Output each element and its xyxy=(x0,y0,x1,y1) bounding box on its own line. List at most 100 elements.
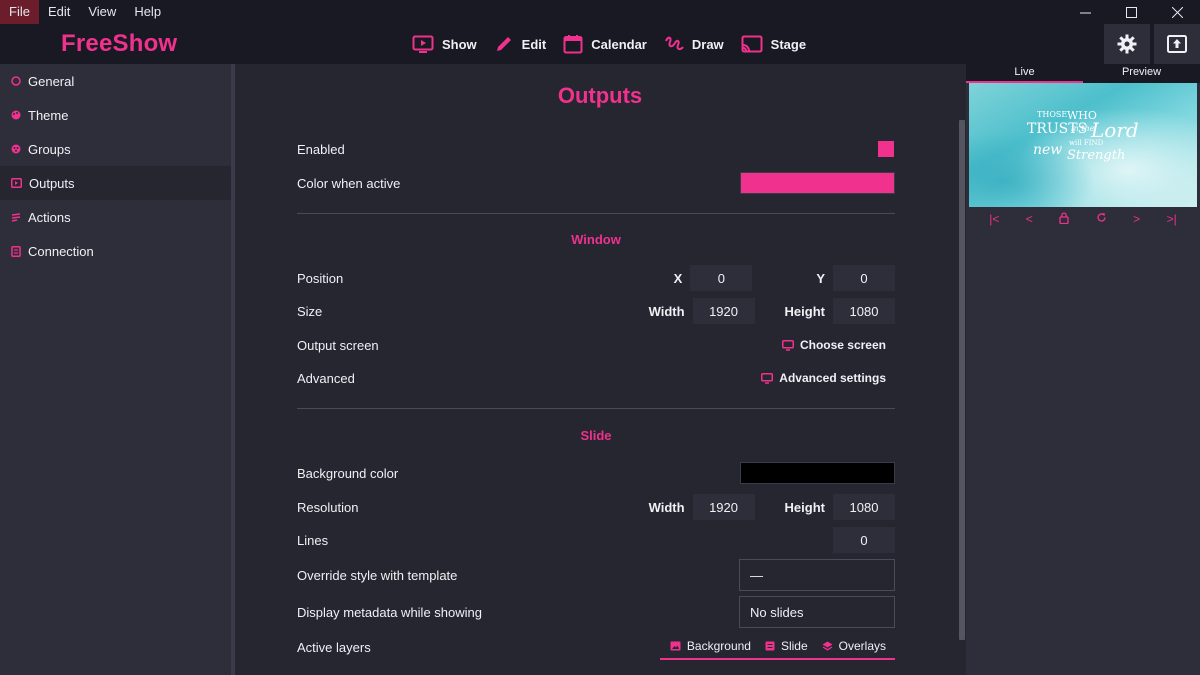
sidebar-item-groups[interactable]: Groups xyxy=(0,132,231,166)
slide-icon xyxy=(765,641,775,651)
y-input[interactable]: 0 xyxy=(833,265,895,291)
position-row: Position X 0 Y 0 xyxy=(297,263,895,293)
color-active-row: Color when active xyxy=(297,168,895,198)
main-scrollbar-thumb[interactable] xyxy=(959,120,965,640)
next-slide-icon[interactable]: > xyxy=(1133,212,1140,226)
metadata-select[interactable]: No slides xyxy=(739,596,895,628)
previous-slide-icon[interactable]: < xyxy=(1026,212,1033,226)
sidebar-item-connection[interactable]: Connection xyxy=(0,234,231,268)
groups-icon xyxy=(11,144,21,154)
settings-button[interactable] xyxy=(1104,24,1150,64)
sidebar-item-outputs[interactable]: Outputs xyxy=(0,166,231,200)
x-input[interactable]: 0 xyxy=(690,265,753,291)
sidebar-item-label: Connection xyxy=(28,243,94,259)
enabled-row: Enabled xyxy=(297,134,895,164)
nav-show[interactable]: Show xyxy=(412,24,477,64)
resolution-label: Resolution xyxy=(297,499,359,515)
sidebar-item-actions[interactable]: Actions xyxy=(0,200,231,234)
sidebar-item-label: Actions xyxy=(28,209,71,225)
nav-draw[interactable]: Draw xyxy=(664,24,724,64)
choose-screen-label: Choose screen xyxy=(799,338,886,352)
width-input[interactable]: 1920 xyxy=(692,298,755,324)
color-active-swatch[interactable] xyxy=(740,172,895,194)
close-icon xyxy=(1171,6,1183,18)
lines-input[interactable]: 0 xyxy=(833,527,895,553)
slide-text-4b: Strength xyxy=(1067,148,1125,163)
divider xyxy=(297,408,895,409)
menu-file[interactable]: File xyxy=(0,0,39,24)
menu-edit[interactable]: Edit xyxy=(39,0,79,24)
gear-icon xyxy=(1117,34,1137,54)
output-screen-label: Output screen xyxy=(297,337,379,353)
preview-tabs: Live Preview xyxy=(966,64,1200,83)
nav-calendar-label: Calendar xyxy=(591,36,647,52)
slide-section-title: Slide xyxy=(580,428,612,443)
enabled-checkbox[interactable] xyxy=(878,141,894,157)
lines-label: Lines xyxy=(297,532,329,548)
tab-preview[interactable]: Preview xyxy=(1083,64,1200,83)
nav-stage[interactable]: Stage xyxy=(741,24,806,64)
maximize-button[interactable] xyxy=(1108,0,1154,24)
nav-show-label: Show xyxy=(442,36,477,52)
refresh-icon-glyph xyxy=(1097,213,1106,222)
height-input[interactable]: 1080 xyxy=(833,298,895,324)
resolution-height-input[interactable]: 1080 xyxy=(833,494,895,520)
output-toggle-button[interactable] xyxy=(1154,24,1200,64)
first-slide-icon[interactable]: |< xyxy=(989,212,999,226)
override-label: Override style with template xyxy=(297,567,458,583)
live-output-preview[interactable]: THOSE WHO TRUSTS in the Lord will FIND n… xyxy=(969,83,1197,207)
layers-icon xyxy=(822,641,833,651)
advanced-settings-button[interactable]: Advanced settings xyxy=(761,371,886,385)
choose-screen-button[interactable]: Choose screen xyxy=(781,338,886,352)
layer-overlays-label: Overlays xyxy=(838,639,886,653)
playback-controls: |< < > >| xyxy=(966,207,1200,231)
watercolor-slide-image: THOSE WHO TRUSTS in the Lord will FIND n… xyxy=(969,83,1197,207)
output-preview-panel: Live Preview THOSE WHO TRUSTS in the Lor… xyxy=(966,64,1200,675)
resolution-height-label: Height xyxy=(784,499,825,515)
metadata-label: Display metadata while showing xyxy=(297,604,482,620)
last-slide-icon[interactable]: >| xyxy=(1167,212,1177,226)
layer-slide-toggle[interactable]: Slide xyxy=(765,639,808,653)
sidebar-item-theme[interactable]: Theme xyxy=(0,98,231,132)
maximize-icon xyxy=(1125,6,1137,18)
color-active-label: Color when active xyxy=(297,175,401,191)
pencil-icon xyxy=(496,37,511,51)
screen-icon xyxy=(412,35,434,53)
image-icon xyxy=(670,641,681,651)
nav-stage-label: Stage xyxy=(770,36,807,52)
top-bar: FreeShow Show Edit Calendar Draw Stage xyxy=(0,24,1200,64)
layer-overlays-toggle[interactable]: Overlays xyxy=(822,639,886,653)
nav-calendar[interactable]: Calendar xyxy=(563,24,647,64)
outputs-settings-panel: Outputs Enabled Color when active Window… xyxy=(235,64,957,675)
output-upload-icon xyxy=(1167,35,1187,53)
lock-icon[interactable] xyxy=(1059,211,1069,227)
layer-background-label: Background xyxy=(686,639,751,653)
app-brand: FreeShow xyxy=(61,30,178,57)
minimize-button[interactable] xyxy=(1062,0,1108,24)
nav-edit-label: Edit xyxy=(521,36,547,52)
layer-background-toggle[interactable]: Background xyxy=(670,639,751,653)
cast-icon xyxy=(741,35,763,53)
active-layers-row: Active layers Background Slide Overlays xyxy=(297,632,895,662)
resolution-width-input[interactable]: 1920 xyxy=(692,494,755,520)
nav-edit[interactable]: Edit xyxy=(494,24,547,64)
sidebar-item-general[interactable]: General xyxy=(0,64,231,98)
background-color-swatch[interactable] xyxy=(740,462,895,484)
advanced-label: Advanced xyxy=(297,370,355,386)
divider xyxy=(297,213,895,214)
output-icon xyxy=(11,178,22,188)
advanced-settings-label: Advanced settings xyxy=(779,371,886,385)
refresh-icon[interactable] xyxy=(1096,212,1107,226)
override-row: Override style with template — xyxy=(297,559,895,591)
menu-help[interactable]: Help xyxy=(125,0,170,24)
tab-live[interactable]: Live xyxy=(966,64,1083,83)
width-label: Width xyxy=(648,303,685,319)
settings-sidebar: General Theme Groups Outputs Actions Con… xyxy=(0,64,231,675)
resolution-row: Resolution Width 1920 Height 1080 xyxy=(297,492,895,522)
menu-bar: File Edit View Help xyxy=(0,0,1200,24)
page-title: Outputs xyxy=(557,83,643,108)
close-button[interactable] xyxy=(1154,0,1200,24)
menu-view[interactable]: View xyxy=(79,0,125,24)
advanced-row: Advanced Advanced settings xyxy=(297,363,895,393)
template-select[interactable]: — xyxy=(739,559,895,591)
